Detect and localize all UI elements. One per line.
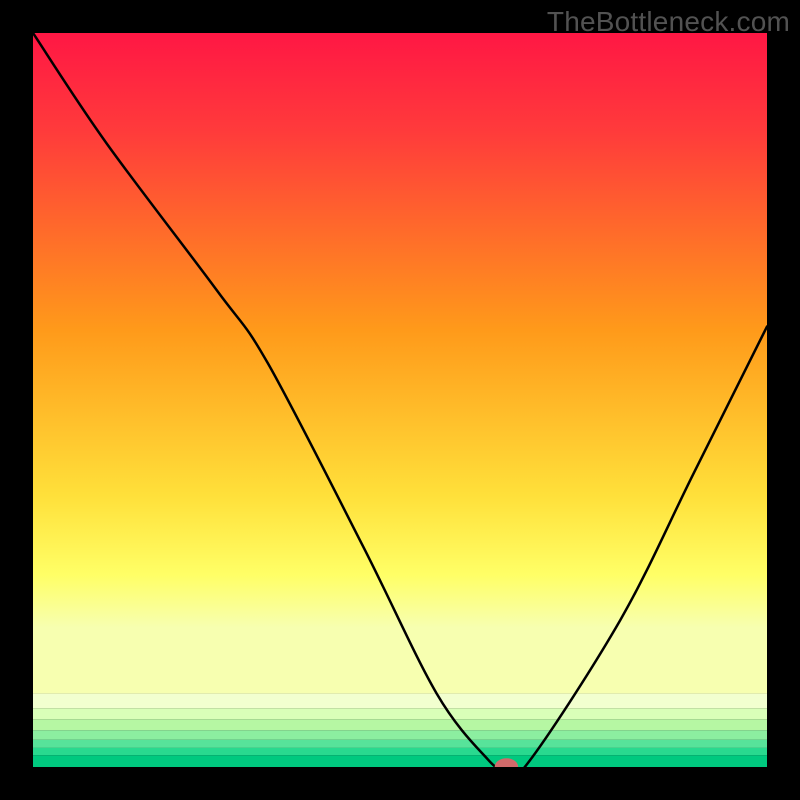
watermark-text: TheBottleneck.com (547, 6, 790, 38)
band (33, 740, 767, 748)
heat-gradient (33, 33, 767, 694)
band (33, 694, 767, 709)
plot-svg (33, 33, 767, 767)
plot-area (33, 33, 767, 767)
band (33, 708, 767, 719)
band (33, 719, 767, 730)
chart-stage: TheBottleneck.com (0, 0, 800, 800)
band (33, 748, 767, 755)
bottom-bands (33, 694, 767, 767)
band (33, 730, 767, 740)
band (33, 755, 767, 767)
